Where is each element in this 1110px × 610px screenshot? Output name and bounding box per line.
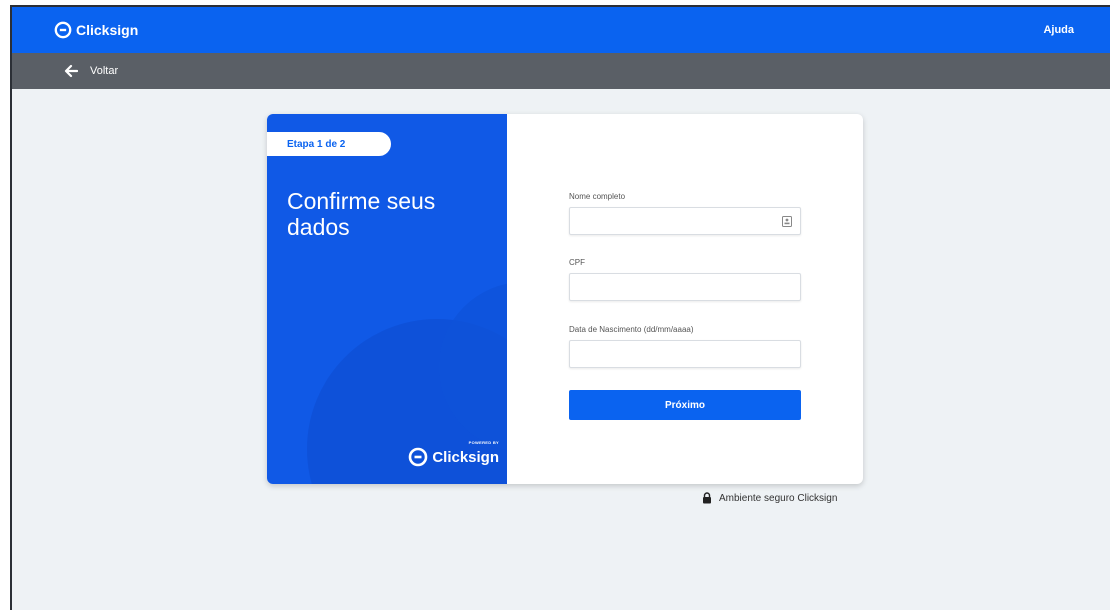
birth-date-field: Data de Nascimento (dd/mm/aaaa)	[569, 325, 801, 368]
step-indicator: Etapa 1 de 2	[267, 132, 391, 156]
next-button[interactable]: Próximo	[569, 390, 801, 420]
clicksign-logo-icon	[409, 447, 428, 467]
powered-by-label: POWERED BY	[468, 440, 499, 445]
powered-brand: Clicksign	[408, 447, 499, 467]
back-label: Voltar	[90, 65, 119, 77]
lock-icon	[703, 492, 711, 504]
help-link[interactable]: Ajuda	[1043, 24, 1074, 36]
powered-by-badge: POWERED BY Clicksign	[389, 440, 499, 467]
secure-label: Ambiente seguro Clicksign	[719, 492, 838, 504]
signer-data-card: Etapa 1 de 2 Confirme seus dados POWERED…	[267, 114, 863, 484]
card-side-panel: Etapa 1 de 2 Confirme seus dados POWERED…	[267, 114, 507, 484]
page-title: Confirme seus dados	[287, 188, 436, 240]
cpf-input[interactable]	[569, 273, 801, 301]
birth-date-input[interactable]	[569, 340, 801, 368]
full-name-field: Nome completo	[569, 192, 801, 235]
birth-date-label: Data de Nascimento (dd/mm/aaaa)	[569, 325, 694, 334]
secure-environment-note: Ambiente seguro Clicksign	[702, 492, 837, 504]
powered-brand-name: Clicksign	[432, 448, 499, 466]
app-window: Clicksign Ajuda Voltar Etapa 1 de 2 Conf…	[10, 5, 1110, 610]
sub-bar: Voltar	[12, 53, 1110, 89]
full-name-label: Nome completo	[569, 192, 626, 201]
cpf-field: CPF	[569, 258, 801, 301]
brand[interactable]: Clicksign	[54, 21, 138, 39]
contact-card-icon[interactable]	[782, 216, 792, 227]
back-button[interactable]: Voltar	[64, 64, 118, 78]
clicksign-logo-icon	[54, 21, 72, 39]
full-name-input[interactable]	[569, 207, 801, 235]
cpf-label: CPF	[569, 258, 585, 267]
back-arrow-icon	[64, 64, 78, 78]
top-bar: Clicksign Ajuda	[12, 7, 1110, 53]
brand-name: Clicksign	[76, 22, 139, 38]
form-panel: Nome completo CPF Data de Nascimento (dd…	[507, 114, 863, 484]
